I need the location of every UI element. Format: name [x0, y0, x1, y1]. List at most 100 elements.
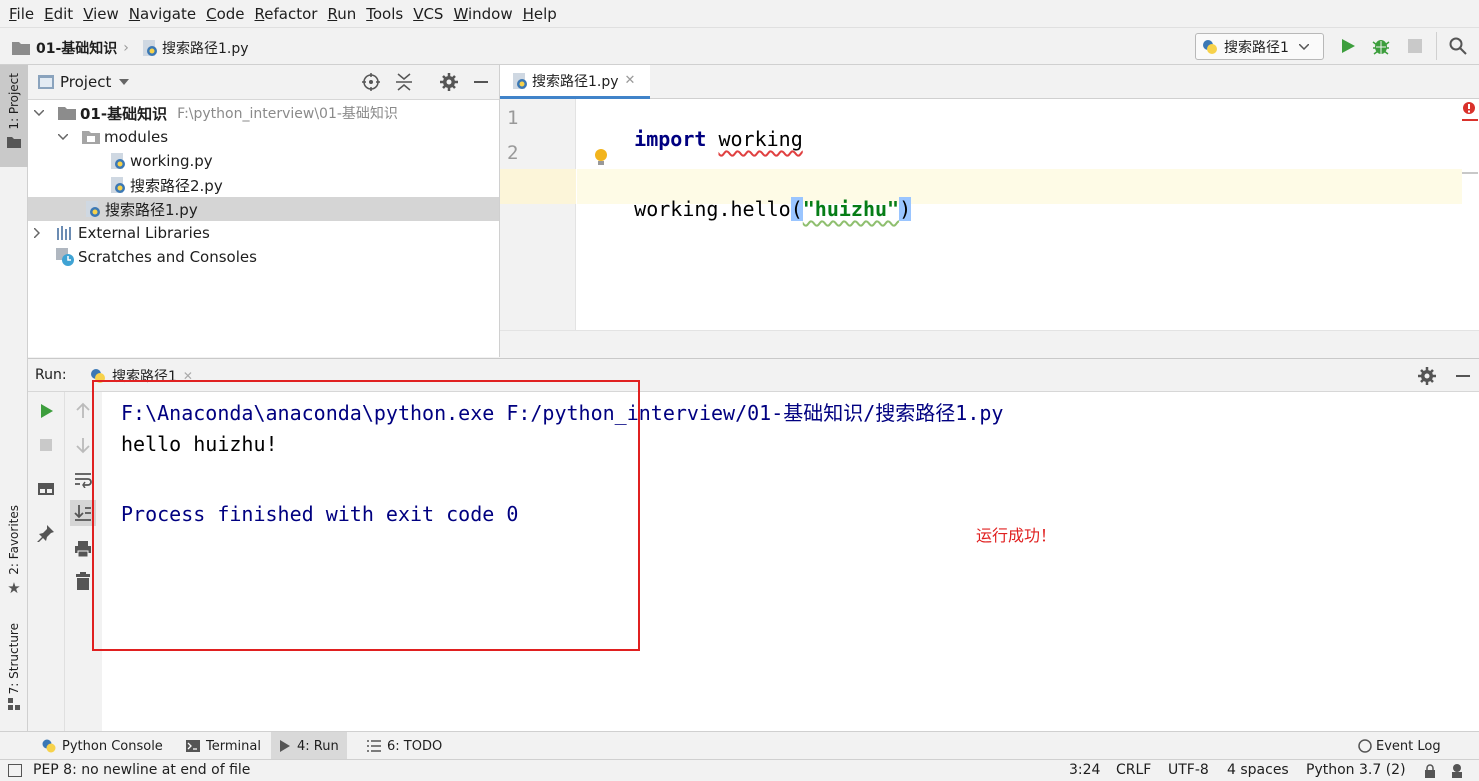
editor-tab-search-path-1[interactable]: 搜索路径1.py ✕ [500, 65, 650, 99]
line-separator[interactable]: CRLF [1116, 762, 1151, 778]
minimize-icon[interactable] [1456, 375, 1470, 377]
menu-view[interactable]: View [78, 5, 124, 23]
close-icon[interactable]: ✕ [625, 73, 636, 88]
editor-breadcrumb-bar [500, 330, 1479, 357]
status-bar: PEP 8: no newline at end of file 3:24 CR… [0, 759, 1479, 781]
tree-item-external-libraries[interactable]: External Libraries [28, 221, 499, 245]
menu-navigate[interactable]: Navigate [124, 5, 201, 23]
run-icon [1342, 39, 1355, 53]
structure-tool-tab[interactable]: 7: Structure [0, 623, 28, 711]
tree-item-search-path-1[interactable]: 搜索路径1.py [28, 197, 499, 221]
menu-run[interactable]: Run [322, 5, 361, 23]
tree-item-path-hint: F:\python_interview\01-基础知识 [177, 106, 398, 122]
tree-item-modules[interactable]: modules [28, 125, 499, 149]
chevron-down-icon [1298, 43, 1309, 50]
toolbar-divider [1436, 32, 1437, 60]
python-file-icon [85, 201, 101, 217]
search-everywhere-button[interactable] [1449, 37, 1467, 55]
tree-item-search-path-2[interactable]: 搜索路径2.py [28, 173, 499, 197]
gear-icon[interactable] [1418, 367, 1436, 385]
menu-code[interactable]: Code [201, 5, 249, 23]
stop-icon[interactable] [37, 436, 55, 454]
menu-edit[interactable]: Edit [39, 5, 78, 23]
file-encoding[interactable]: UTF-8 [1168, 762, 1209, 778]
python-file-icon [110, 177, 126, 193]
python-file-icon [110, 153, 126, 169]
line-number-gutter: 1 2 3 [500, 99, 576, 330]
gear-icon[interactable] [440, 73, 458, 91]
rerun-icon[interactable] [37, 402, 55, 420]
collapse-all-icon[interactable] [396, 73, 412, 91]
python-file-icon [512, 72, 528, 89]
pin-icon[interactable] [37, 524, 55, 542]
tree-item-label: External Libraries [78, 224, 210, 242]
tree-item-project-root[interactable]: 01-基础知识 F:\python_interview\01-基础知识 [28, 101, 499, 125]
import-keyword: import [634, 127, 707, 151]
soft-wrap-icon[interactable] [74, 470, 92, 488]
terminal-tab-label: Terminal [206, 738, 261, 754]
folder-icon [7, 136, 21, 148]
chevron-down-icon[interactable] [119, 79, 130, 85]
menu-file[interactable]: File [4, 5, 39, 23]
paren-match: ( [790, 197, 803, 221]
chevron-right-icon [34, 228, 56, 238]
event-log-tab-label: Event Log [1376, 738, 1441, 754]
breadcrumb-project[interactable]: 01-基础知识 › [12, 38, 135, 58]
project-panel-title[interactable]: Project [60, 73, 111, 91]
tree-item-scratches[interactable]: Scratches and Consoles [28, 245, 499, 269]
caret-position[interactable]: 3:24 [1069, 762, 1100, 778]
stop-button[interactable] [1408, 39, 1422, 53]
star-icon: ★ [7, 578, 21, 597]
code-line-1[interactable]: import working [586, 103, 803, 175]
list-icon [367, 740, 381, 752]
event-log-tab[interactable]: Event Log [1350, 732, 1449, 760]
lightbulb-icon[interactable] [594, 148, 608, 166]
terminal-icon [186, 740, 200, 752]
run-button[interactable] [1340, 38, 1356, 54]
code-line-3[interactable]: working.hello("huizhu") [586, 173, 912, 245]
search-icon [1449, 37, 1467, 55]
folder-icon [12, 41, 30, 55]
menu-tools[interactable]: Tools [361, 5, 408, 23]
run-configuration-label: 搜索路径1 [1224, 39, 1289, 56]
run-tool-tab[interactable]: 4: Run [271, 732, 347, 760]
menu-refactor[interactable]: Refactor [250, 5, 323, 23]
bug-icon [1372, 40, 1390, 55]
toggle-tool-windows-icon[interactable] [8, 764, 22, 777]
editor-tab-label: 搜索路径1.py [532, 73, 619, 90]
line-number: 2 [507, 142, 519, 164]
arrow-up-icon[interactable] [74, 402, 92, 420]
arrow-down-icon[interactable] [74, 436, 92, 454]
tree-item-working-py[interactable]: working.py [28, 149, 499, 173]
terminal-tab[interactable]: Terminal [178, 732, 269, 760]
print-icon[interactable] [74, 540, 92, 558]
error-indicator-icon[interactable] [1462, 101, 1476, 115]
trash-icon[interactable] [74, 572, 92, 590]
run-toolbar-primary [28, 392, 65, 731]
menu-help[interactable]: Help [518, 5, 562, 23]
todo-tab[interactable]: 6: TODO [359, 732, 450, 760]
debug-button[interactable] [1372, 37, 1390, 55]
todo-tab-label: 6: TODO [387, 738, 443, 754]
indent-setting[interactable]: 4 spaces [1227, 762, 1289, 778]
minimize-icon[interactable] [474, 81, 488, 83]
breadcrumb-file[interactable]: 搜索路径1.py [142, 38, 249, 58]
menu-window[interactable]: Window [448, 5, 517, 23]
folder-icon [82, 130, 100, 144]
layout-icon[interactable] [37, 480, 55, 498]
python-console-tab[interactable]: Python Console [34, 732, 171, 760]
lock-icon[interactable] [1424, 764, 1436, 778]
favorites-tool-tab[interactable]: 2: Favorites ★ [0, 505, 28, 597]
current-line-gutter-highlight [500, 169, 576, 204]
run-configuration-select[interactable]: 搜索路径1 [1195, 33, 1324, 60]
run-console[interactable]: F:\Anaconda\anaconda\python.exe F:/pytho… [92, 380, 1479, 731]
python-icon [1202, 39, 1218, 55]
python-interpreter[interactable]: Python 3.7 (2) [1306, 762, 1406, 778]
chevron-down-icon [58, 134, 74, 140]
project-tool-tab[interactable]: 1: Project [0, 65, 28, 167]
menu-vcs[interactable]: VCS [408, 5, 448, 23]
locate-file-icon[interactable] [362, 73, 380, 91]
python-console-tab-label: Python Console [62, 738, 163, 754]
error-stripe-mark [1462, 119, 1478, 121]
inspector-icon[interactable] [1450, 763, 1464, 778]
